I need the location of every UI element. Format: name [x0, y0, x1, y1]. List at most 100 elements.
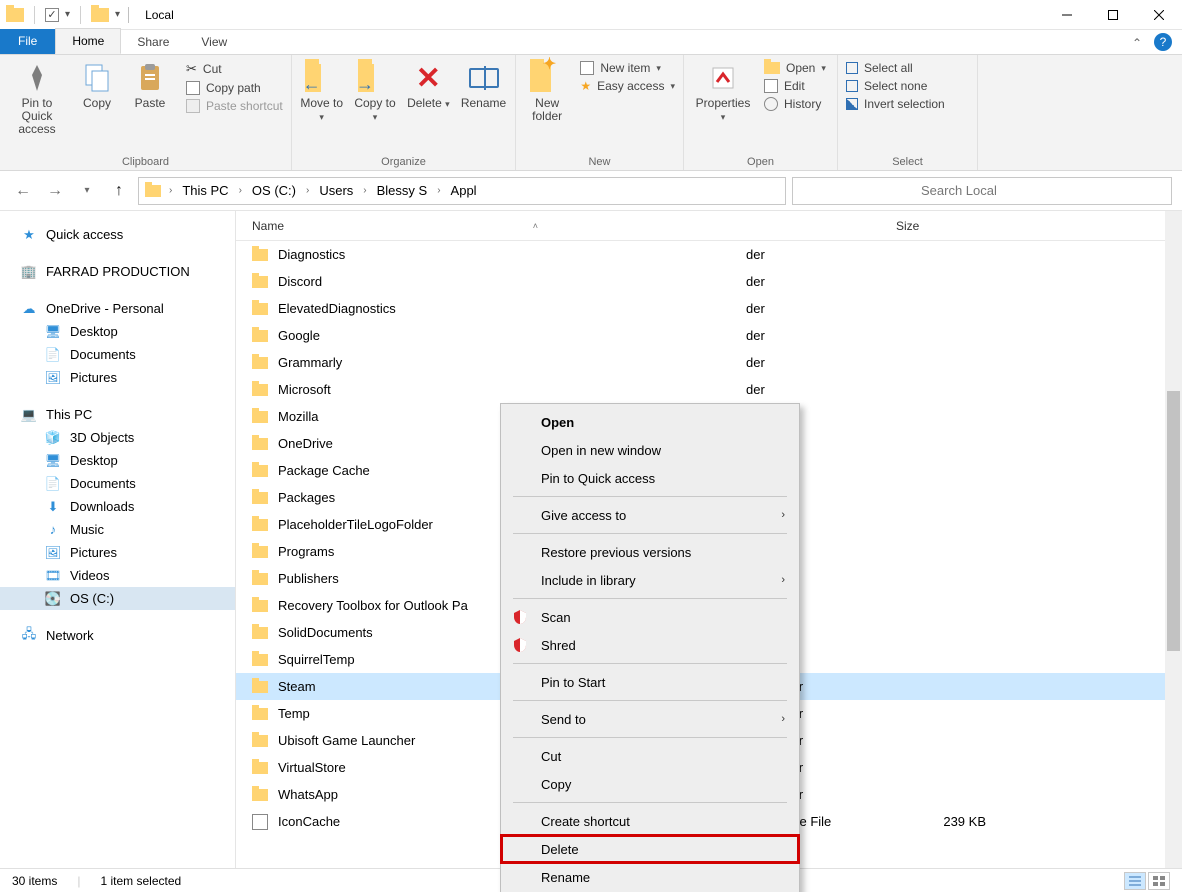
close-button[interactable] — [1136, 0, 1182, 30]
pc-icon: 💻 — [20, 408, 38, 422]
table-row[interactable]: Googleder — [236, 322, 1182, 349]
nav-3d-objects[interactable]: 🧊3D Objects — [0, 426, 235, 449]
cut-button[interactable]: Cut — [186, 59, 283, 79]
ctx-delete[interactable]: Delete — [501, 835, 799, 863]
crumb[interactable]: Users — [313, 183, 359, 198]
col-size[interactable]: Size — [896, 219, 996, 233]
ctx-pin-to-start[interactable]: Pin to Start — [501, 668, 799, 696]
nav-music[interactable]: ♪Music — [0, 518, 235, 541]
ctx-shred[interactable]: Shred — [501, 631, 799, 659]
ctx-rename[interactable]: Rename — [501, 863, 799, 891]
select-none-button[interactable]: Select none — [846, 77, 945, 95]
up-button[interactable]: ↑ — [106, 178, 132, 204]
ctx-open-new-window[interactable]: Open in new window — [501, 436, 799, 464]
forward-button[interactable]: → — [42, 178, 68, 204]
table-row[interactable]: Diagnosticsder — [236, 241, 1182, 268]
table-row[interactable]: Microsoftder — [236, 376, 1182, 403]
maximize-button[interactable] — [1090, 0, 1136, 30]
picture-icon: 🖼 — [44, 546, 62, 560]
collapse-ribbon-button[interactable]: ⌃ — [1124, 32, 1150, 54]
chevron-down-icon[interactable]: ▾ — [65, 9, 70, 20]
address-bar[interactable]: › This PC › OS (C:) › Users › Blessy S ›… — [138, 177, 786, 205]
edit-icon — [764, 79, 778, 93]
crumb[interactable]: This PC — [176, 183, 234, 198]
ctx-open[interactable]: Open — [501, 408, 799, 436]
table-row[interactable]: ElevatedDiagnosticsder — [236, 295, 1182, 322]
nav-downloads[interactable]: ⬇Downloads — [0, 495, 235, 518]
edit-button[interactable]: Edit — [764, 77, 826, 95]
folder-icon — [252, 546, 268, 558]
scrollbar-thumb[interactable] — [1167, 391, 1180, 651]
chevron-right-icon[interactable]: › — [167, 185, 174, 196]
tab-home[interactable]: Home — [55, 28, 121, 54]
copy-button[interactable]: Copy — [76, 59, 118, 110]
column-headers[interactable]: Name˄ Date modified Type Size — [236, 211, 1182, 241]
select-all-button[interactable]: Select all — [846, 59, 945, 77]
ctx-include-in-library[interactable]: Include in library› — [501, 566, 799, 594]
folder-icon — [252, 762, 268, 774]
file-type: der — [746, 274, 896, 289]
chevron-right-icon[interactable]: › — [435, 185, 442, 196]
nav-od-desktop[interactable]: 🖥Desktop — [0, 320, 235, 343]
crumb[interactable]: OS (C:) — [246, 183, 302, 198]
qat-properties-icon[interactable]: ✓ — [45, 8, 59, 22]
nav-os-c[interactable]: 💽OS (C:) — [0, 587, 235, 610]
move-to-button[interactable]: ← Move to ▾ — [300, 59, 343, 124]
tab-view[interactable]: View — [185, 30, 243, 54]
large-icons-view-button[interactable] — [1148, 872, 1170, 890]
nav-pictures[interactable]: 🖼Pictures — [0, 541, 235, 564]
nav-videos[interactable]: 🎞Videos — [0, 564, 235, 587]
chevron-right-icon[interactable]: › — [237, 185, 244, 196]
nav-od-pictures[interactable]: 🖼Pictures — [0, 366, 235, 389]
crumb[interactable]: Appl — [445, 183, 483, 198]
tab-file[interactable]: File — [0, 29, 55, 54]
file-type: der — [746, 247, 896, 262]
nav-onedrive[interactable]: ☁OneDrive - Personal — [0, 297, 235, 320]
chevron-right-icon[interactable]: › — [304, 185, 311, 196]
new-folder-button[interactable]: ✦ New folder — [524, 59, 570, 123]
nav-od-documents[interactable]: 📄Documents — [0, 343, 235, 366]
nav-desktop[interactable]: 🖥Desktop — [0, 449, 235, 472]
delete-button[interactable]: ✕ Delete ▾ — [407, 59, 450, 111]
copy-path-button[interactable]: Copy path — [186, 79, 283, 97]
ctx-cut[interactable]: Cut — [501, 742, 799, 770]
tab-share[interactable]: Share — [121, 30, 185, 54]
nav-quick-access[interactable]: ★Quick access — [0, 223, 235, 246]
easy-access-button[interactable]: ★Easy access ▾ — [580, 77, 675, 95]
details-view-button[interactable] — [1124, 872, 1146, 890]
ctx-copy[interactable]: Copy — [501, 770, 799, 798]
open-button[interactable]: Open ▾ — [764, 59, 826, 77]
table-row[interactable]: Grammarlyder — [236, 349, 1182, 376]
group-label: Select — [846, 154, 969, 168]
ctx-restore-previous[interactable]: Restore previous versions — [501, 538, 799, 566]
ctx-scan[interactable]: Scan — [501, 603, 799, 631]
copy-to-button[interactable]: → Copy to ▾ — [353, 59, 396, 124]
nav-network[interactable]: 🖧Network — [0, 624, 235, 647]
nav-this-pc[interactable]: 💻This PC — [0, 403, 235, 426]
table-row[interactable]: Discordder — [236, 268, 1182, 295]
rename-button[interactable]: Rename — [460, 59, 507, 110]
recent-locations-button[interactable]: ▾ — [74, 178, 100, 204]
help-button[interactable]: ? — [1154, 33, 1172, 51]
col-name[interactable]: Name — [252, 219, 284, 233]
crumb[interactable]: Blessy S — [371, 183, 434, 198]
new-item-button[interactable]: New item ▾ — [580, 59, 675, 77]
back-button[interactable]: ← — [10, 178, 36, 204]
ctx-create-shortcut[interactable]: Create shortcut — [501, 807, 799, 835]
paste-button[interactable]: Paste — [128, 59, 172, 110]
chevron-right-icon[interactable]: › — [361, 185, 368, 196]
nav-farrad[interactable]: 🏢FARRAD PRODUCTION — [0, 260, 235, 283]
properties-button[interactable]: Properties ▾ — [692, 59, 754, 124]
ctx-give-access-to[interactable]: Give access to› — [501, 501, 799, 529]
qat-customize-icon[interactable]: ▾ — [115, 9, 120, 20]
search-input[interactable]: Search Local — [792, 177, 1172, 205]
minimize-button[interactable] — [1044, 0, 1090, 30]
invert-selection-button[interactable]: Invert selection — [846, 95, 945, 113]
pin-to-quick-access-button[interactable]: Pin to Quick access — [8, 59, 66, 136]
paste-shortcut-button[interactable]: Paste shortcut — [186, 97, 283, 115]
ctx-pin-quick-access[interactable]: Pin to Quick access — [501, 464, 799, 492]
nav-documents[interactable]: 📄Documents — [0, 472, 235, 495]
ctx-send-to[interactable]: Send to› — [501, 705, 799, 733]
vertical-scrollbar[interactable] — [1165, 211, 1182, 868]
history-button[interactable]: History — [764, 95, 826, 113]
